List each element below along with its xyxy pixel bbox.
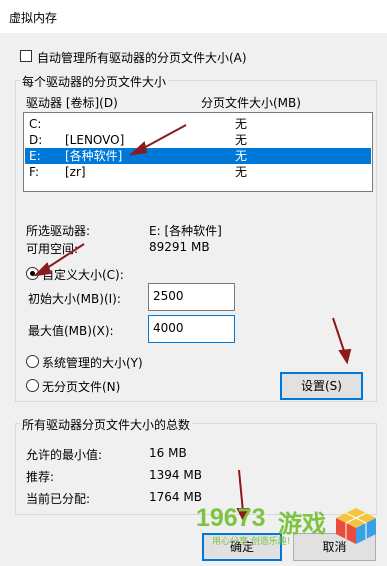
arrow-to-drive-e	[139, 124, 187, 151]
arrow-to-custom-size-head	[33, 262, 52, 277]
arrow-to-drive-e-head	[128, 141, 148, 156]
watermark-logo: 19673 游戏 用心分享 创造乐趣!	[190, 500, 387, 566]
annotation-arrows	[33, 124, 352, 524]
cube-icon	[336, 508, 376, 544]
arrow-to-set-button-head	[338, 348, 352, 365]
arrow-to-set-button	[332, 317, 346, 355]
watermark-number: 19673	[196, 504, 266, 532]
arrow-to-custom-size	[43, 243, 85, 271]
watermark-slogan: 用心分享 创造乐趣!	[212, 537, 291, 547]
